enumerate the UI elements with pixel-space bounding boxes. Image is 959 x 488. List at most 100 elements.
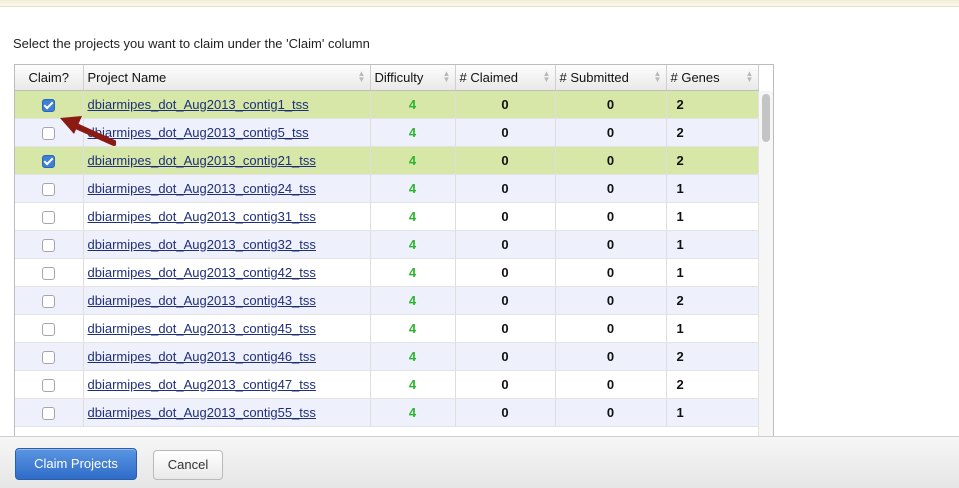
difficulty-cell: 4 bbox=[370, 90, 456, 119]
project-name-cell: dbiarmipes_dot_Aug2013_contig32_tss bbox=[83, 230, 371, 259]
table-row[interactable]: dbiarmipes_dot_Aug2013_contig47_tss 4 0 0 2 bbox=[15, 370, 759, 399]
column-header-label: Project Name bbox=[87, 70, 167, 85]
column-header-label: # Submitted bbox=[559, 70, 629, 85]
dialog-top-border bbox=[0, 0, 959, 7]
project-name-cell: dbiarmipes_dot_Aug2013_contig46_tss bbox=[83, 342, 371, 371]
table-row[interactable]: dbiarmipes_dot_Aug2013_contig31_tss 4 0 0 1 bbox=[15, 202, 759, 231]
project-name-cell: dbiarmipes_dot_Aug2013_contig21_tss bbox=[83, 146, 371, 175]
project-link[interactable]: dbiarmipes_dot_Aug2013_contig24_tss bbox=[88, 181, 316, 196]
table-row[interactable]: dbiarmipes_dot_Aug2013_contig42_tss 4 0 0 1 bbox=[15, 258, 759, 287]
genes-cell: 1 bbox=[666, 258, 759, 287]
column-header-label: Difficulty bbox=[374, 70, 424, 85]
table-row[interactable]: dbiarmipes_dot_Aug2013_contig43_tss 4 0 0 2 bbox=[15, 286, 759, 315]
difficulty-cell: 4 bbox=[370, 258, 456, 287]
genes-cell: 2 bbox=[666, 342, 759, 371]
table-row[interactable]: dbiarmipes_dot_Aug2013_contig32_tss 4 0 0 1 bbox=[15, 230, 759, 259]
project-name-cell: dbiarmipes_dot_Aug2013_contig42_tss bbox=[83, 258, 371, 287]
project-name-cell: dbiarmipes_dot_Aug2013_contig31_tss bbox=[83, 202, 371, 231]
project-link[interactable]: dbiarmipes_dot_Aug2013_contig42_tss bbox=[88, 265, 316, 280]
submitted-cell: 0 bbox=[555, 118, 667, 147]
projects-table: Claim? Project Name ▲ ▼ Difficulty ▲ ▼ # Cla… bbox=[15, 65, 759, 427]
claim-cell bbox=[15, 174, 84, 203]
submitted-cell: 0 bbox=[555, 258, 667, 287]
claimed-cell: 0 bbox=[455, 398, 556, 427]
claim-checkbox[interactable] bbox=[42, 295, 56, 309]
claim-checkbox[interactable] bbox=[42, 379, 56, 393]
project-link[interactable]: dbiarmipes_dot_Aug2013_contig32_tss bbox=[88, 237, 316, 252]
claim-projects-dialog: Select the projects you want to claim un… bbox=[0, 0, 959, 488]
claimed-cell: 0 bbox=[455, 202, 556, 231]
submitted-cell: 0 bbox=[555, 90, 667, 119]
project-name-cell: dbiarmipes_dot_Aug2013_contig1_tss bbox=[83, 90, 371, 119]
claimed-cell: 0 bbox=[455, 258, 556, 287]
claim-checkbox[interactable] bbox=[42, 351, 56, 365]
column-header-genes[interactable]: # Genes ▲ ▼ bbox=[666, 65, 759, 91]
projects-table-container: Claim? Project Name ▲ ▼ Difficulty ▲ ▼ # Cla… bbox=[14, 64, 774, 438]
project-link[interactable]: dbiarmipes_dot_Aug2013_contig31_tss bbox=[88, 209, 316, 224]
claim-checkbox[interactable] bbox=[42, 323, 56, 337]
scrollbar-thumb[interactable] bbox=[762, 94, 770, 142]
table-row[interactable]: dbiarmipes_dot_Aug2013_contig1_tss 4 0 0 2 bbox=[15, 90, 759, 119]
claim-checkbox[interactable] bbox=[42, 155, 56, 169]
genes-cell: 1 bbox=[666, 398, 759, 427]
claim-checkbox[interactable] bbox=[42, 183, 56, 197]
claim-checkbox[interactable] bbox=[42, 99, 56, 113]
column-header-claimed[interactable]: # Claimed ▲ ▼ bbox=[455, 65, 556, 91]
difficulty-cell: 4 bbox=[370, 146, 456, 175]
table-row[interactable]: dbiarmipes_dot_Aug2013_contig24_tss 4 0 0 1 bbox=[15, 174, 759, 203]
project-name-cell: dbiarmipes_dot_Aug2013_contig24_tss bbox=[83, 174, 371, 203]
column-header-project-name[interactable]: Project Name ▲ ▼ bbox=[83, 65, 371, 91]
project-link[interactable]: dbiarmipes_dot_Aug2013_contig47_tss bbox=[88, 377, 316, 392]
column-header-label: # Genes bbox=[670, 70, 720, 85]
project-link[interactable]: dbiarmipes_dot_Aug2013_contig21_tss bbox=[88, 153, 316, 168]
claimed-cell: 0 bbox=[455, 146, 556, 175]
submitted-cell: 0 bbox=[555, 314, 667, 343]
claim-checkbox[interactable] bbox=[42, 267, 56, 281]
claim-cell bbox=[15, 286, 84, 315]
sort-icon: ▲ ▼ bbox=[357, 69, 366, 84]
cancel-button[interactable]: Cancel bbox=[153, 450, 223, 480]
claimed-cell: 0 bbox=[455, 342, 556, 371]
project-link[interactable]: dbiarmipes_dot_Aug2013_contig55_tss bbox=[88, 405, 316, 420]
submitted-cell: 0 bbox=[555, 174, 667, 203]
claim-checkbox[interactable] bbox=[42, 407, 56, 421]
difficulty-cell: 4 bbox=[370, 314, 456, 343]
table-scrollbar[interactable] bbox=[758, 91, 773, 437]
table-row[interactable]: dbiarmipes_dot_Aug2013_contig45_tss 4 0 0 1 bbox=[15, 314, 759, 343]
submitted-cell: 0 bbox=[555, 286, 667, 315]
submitted-cell: 0 bbox=[555, 202, 667, 231]
project-name-cell: dbiarmipes_dot_Aug2013_contig5_tss bbox=[83, 118, 371, 147]
genes-cell: 1 bbox=[666, 202, 759, 231]
claimed-cell: 0 bbox=[455, 286, 556, 315]
project-link[interactable]: dbiarmipes_dot_Aug2013_contig45_tss bbox=[88, 321, 316, 336]
sort-icon: ▲ ▼ bbox=[745, 69, 754, 84]
claim-cell bbox=[15, 146, 84, 175]
claimed-cell: 0 bbox=[455, 118, 556, 147]
column-header-claim[interactable]: Claim? bbox=[15, 65, 84, 91]
submitted-cell: 0 bbox=[555, 398, 667, 427]
table-row[interactable]: dbiarmipes_dot_Aug2013_contig46_tss 4 0 0 2 bbox=[15, 342, 759, 371]
genes-cell: 1 bbox=[666, 314, 759, 343]
claim-cell bbox=[15, 398, 84, 427]
genes-cell: 2 bbox=[666, 90, 759, 119]
project-name-cell: dbiarmipes_dot_Aug2013_contig55_tss bbox=[83, 398, 371, 427]
claim-checkbox[interactable] bbox=[42, 127, 56, 141]
project-link[interactable]: dbiarmipes_dot_Aug2013_contig43_tss bbox=[88, 293, 316, 308]
column-header-difficulty[interactable]: Difficulty ▲ ▼ bbox=[370, 65, 456, 91]
table-row[interactable]: dbiarmipes_dot_Aug2013_contig21_tss 4 0 0 2 bbox=[15, 146, 759, 175]
claim-projects-button[interactable]: Claim Projects bbox=[15, 448, 137, 480]
submitted-cell: 0 bbox=[555, 146, 667, 175]
column-header-submitted[interactable]: # Submitted ▲ ▼ bbox=[555, 65, 667, 91]
table-row[interactable]: dbiarmipes_dot_Aug2013_contig55_tss 4 0 0 1 bbox=[15, 398, 759, 427]
claim-checkbox[interactable] bbox=[42, 211, 56, 225]
difficulty-cell: 4 bbox=[370, 202, 456, 231]
project-link[interactable]: dbiarmipes_dot_Aug2013_contig46_tss bbox=[88, 349, 316, 364]
genes-cell: 1 bbox=[666, 230, 759, 259]
table-row[interactable]: dbiarmipes_dot_Aug2013_contig5_tss 4 0 0 2 bbox=[15, 118, 759, 147]
project-link[interactable]: dbiarmipes_dot_Aug2013_contig5_tss bbox=[88, 125, 309, 140]
difficulty-cell: 4 bbox=[370, 398, 456, 427]
difficulty-cell: 4 bbox=[370, 342, 456, 371]
submitted-cell: 0 bbox=[555, 370, 667, 399]
project-link[interactable]: dbiarmipes_dot_Aug2013_contig1_tss bbox=[88, 97, 309, 112]
claim-checkbox[interactable] bbox=[42, 239, 56, 253]
